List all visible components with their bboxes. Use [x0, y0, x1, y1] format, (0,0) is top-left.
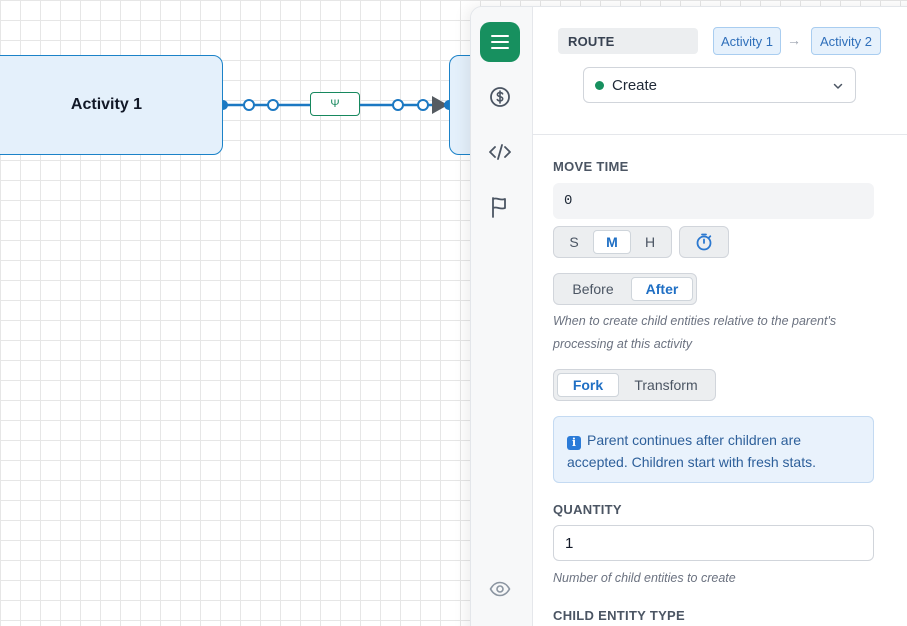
edge-waypoint[interactable]: [243, 99, 255, 111]
code-icon: [489, 144, 511, 160]
properties-tab[interactable]: [480, 22, 520, 62]
timer-button[interactable]: [679, 226, 729, 258]
cost-tab[interactable]: [480, 77, 520, 117]
edge-label[interactable]: Ψ: [310, 92, 360, 116]
unit-hours-button[interactable]: H: [633, 230, 667, 254]
panel-body: MOVE TIME 0 S M H Before After When to c…: [533, 135, 907, 626]
timing-selector: Before After: [553, 273, 697, 305]
spawn-mode-selector: Fork Transform: [553, 369, 716, 401]
stopwatch-icon: [696, 233, 712, 251]
time-unit-selector: S M H: [553, 226, 672, 258]
info-icon: i: [567, 436, 581, 450]
unit-seconds-button[interactable]: S: [557, 230, 591, 254]
eye-icon: [489, 581, 511, 597]
visibility-toggle[interactable]: [480, 569, 520, 609]
status-dot: [595, 80, 604, 90]
move-time-input[interactable]: 0: [553, 183, 874, 219]
timing-hint: When to create child entities relative t…: [553, 314, 837, 351]
app-stage: Ψ Activity 1 ROUTE Activity 1 → Activity…: [0, 0, 907, 626]
menu-icon: [491, 35, 509, 49]
edge-waypoint[interactable]: [392, 99, 404, 111]
panel-icon-rail: [471, 7, 533, 626]
info-text: Parent continues after children are acce…: [567, 432, 816, 470]
route-type-badge: ROUTE: [558, 28, 698, 54]
arrow-right-icon: →: [787, 32, 801, 48]
chevron-down-icon: [833, 83, 843, 89]
target-activity-chip[interactable]: Activity 2: [811, 27, 881, 55]
activity-node-1[interactable]: Activity 1: [0, 55, 223, 155]
route-mode-value: Create: [612, 76, 658, 94]
quantity-input[interactable]: 1: [553, 525, 874, 561]
dollar-icon: [490, 87, 510, 107]
after-button[interactable]: After: [631, 277, 693, 301]
quantity-hint: Number of child entities to create: [553, 571, 736, 585]
code-tab[interactable]: [480, 132, 520, 172]
quantity-label: QUANTITY: [553, 502, 622, 517]
flag-icon: [492, 197, 506, 218]
route-mode-select[interactable]: Create: [583, 67, 856, 103]
transform-button[interactable]: Transform: [621, 373, 711, 397]
flag-tab[interactable]: [480, 187, 520, 227]
unit-minutes-button[interactable]: M: [593, 230, 631, 254]
panel-header: ROUTE Activity 1 → Activity 2 Create: [533, 7, 907, 135]
source-activity-chip[interactable]: Activity 1: [713, 27, 781, 55]
route-properties-panel: ROUTE Activity 1 → Activity 2 Create MOV…: [470, 6, 907, 626]
node-label: Activity 1: [70, 96, 143, 113]
info-callout: i Parent continues after children are acc…: [553, 416, 874, 483]
child-entity-type-label: CHILD ENTITY TYPE: [553, 608, 685, 623]
move-time-label: MOVE TIME: [553, 159, 629, 174]
edge-waypoint[interactable]: [267, 99, 279, 111]
edge-waypoint[interactable]: [417, 99, 429, 111]
before-button[interactable]: Before: [557, 277, 629, 301]
fork-button[interactable]: Fork: [557, 373, 619, 397]
